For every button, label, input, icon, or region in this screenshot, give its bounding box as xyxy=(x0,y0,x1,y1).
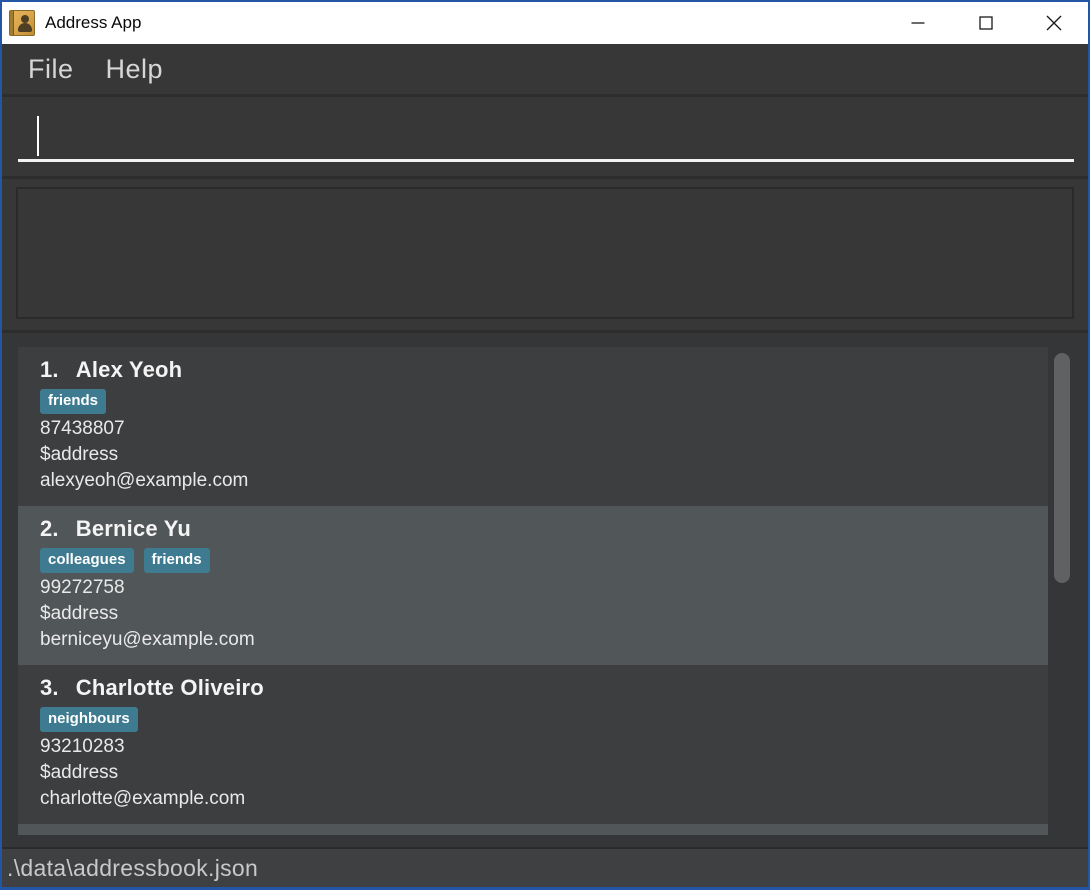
tag-badge: neighbours xyxy=(40,707,138,732)
tag-badge: colleagues xyxy=(40,548,134,573)
person-card[interactable]: 2. Bernice Yu colleagues friends 9927275… xyxy=(18,506,1048,665)
person-list-viewport: 1. Alex Yeoh friends 87438807 $address a… xyxy=(18,347,1048,835)
person-card-header: 3. Charlotte Oliveiro xyxy=(40,675,1048,705)
app-window: Address App File Help xyxy=(0,0,1090,890)
close-icon xyxy=(1046,15,1062,31)
result-display[interactable] xyxy=(16,187,1074,319)
person-tags: neighbours xyxy=(40,707,1048,732)
person-index: 1. xyxy=(40,357,59,383)
titlebar-drag-region[interactable]: Address App xyxy=(2,2,1088,44)
command-input[interactable] xyxy=(18,97,1074,159)
command-pane xyxy=(2,97,1088,176)
text-caret xyxy=(37,116,39,156)
person-email: berniceyu@example.com xyxy=(40,627,1048,653)
person-tags: colleagues friends xyxy=(40,548,1048,573)
person-card[interactable]: 1. Alex Yeoh friends 87438807 $address a… xyxy=(18,347,1048,506)
person-email: alexyeoh@example.com xyxy=(40,468,1048,494)
maximize-button[interactable] xyxy=(952,2,1020,44)
close-button[interactable] xyxy=(1020,2,1088,44)
person-card-partial[interactable] xyxy=(18,824,1048,835)
tag-badge: friends xyxy=(40,389,106,414)
window-controls xyxy=(884,2,1088,44)
person-phone: 93210283 xyxy=(40,734,1048,760)
tag-badge: friends xyxy=(144,548,210,573)
minimize-icon xyxy=(911,16,925,30)
person-phone: 99272758 xyxy=(40,575,1048,601)
maximize-icon xyxy=(979,16,993,30)
save-location-label: .\data\addressbook.json xyxy=(7,855,258,882)
person-list-panel: 1. Alex Yeoh friends 87438807 $address a… xyxy=(2,330,1088,847)
person-email: charlotte@example.com xyxy=(40,786,1048,812)
person-phone: 87438807 xyxy=(40,416,1048,442)
vertical-scrollbar-thumb[interactable] xyxy=(1054,353,1070,583)
person-index: 2. xyxy=(40,516,59,542)
person-tags: friends xyxy=(40,389,1048,414)
person-address: $address xyxy=(40,601,1048,627)
person-name: Alex Yeoh xyxy=(76,357,183,383)
result-pane xyxy=(2,176,1088,330)
menu-bar: File Help xyxy=(2,44,1088,97)
address-book-icon xyxy=(9,10,35,36)
person-address: $address xyxy=(40,760,1048,786)
menu-help[interactable]: Help xyxy=(90,54,180,85)
person-card[interactable]: 3. Charlotte Oliveiro neighbours 9321028… xyxy=(18,665,1048,824)
person-address: $address xyxy=(40,442,1048,468)
person-name: Bernice Yu xyxy=(76,516,191,542)
menu-file[interactable]: File xyxy=(12,54,90,85)
window-title: Address App xyxy=(45,13,141,33)
minimize-button[interactable] xyxy=(884,2,952,44)
person-index: 3. xyxy=(40,675,59,701)
person-name: Charlotte Oliveiro xyxy=(76,675,264,701)
person-card-header: 1. Alex Yeoh xyxy=(40,357,1048,387)
status-bar: .\data\addressbook.json xyxy=(2,847,1088,887)
titlebar-left: Address App xyxy=(2,10,884,36)
person-card-header: 2. Bernice Yu xyxy=(40,516,1048,546)
command-field xyxy=(18,97,1074,162)
